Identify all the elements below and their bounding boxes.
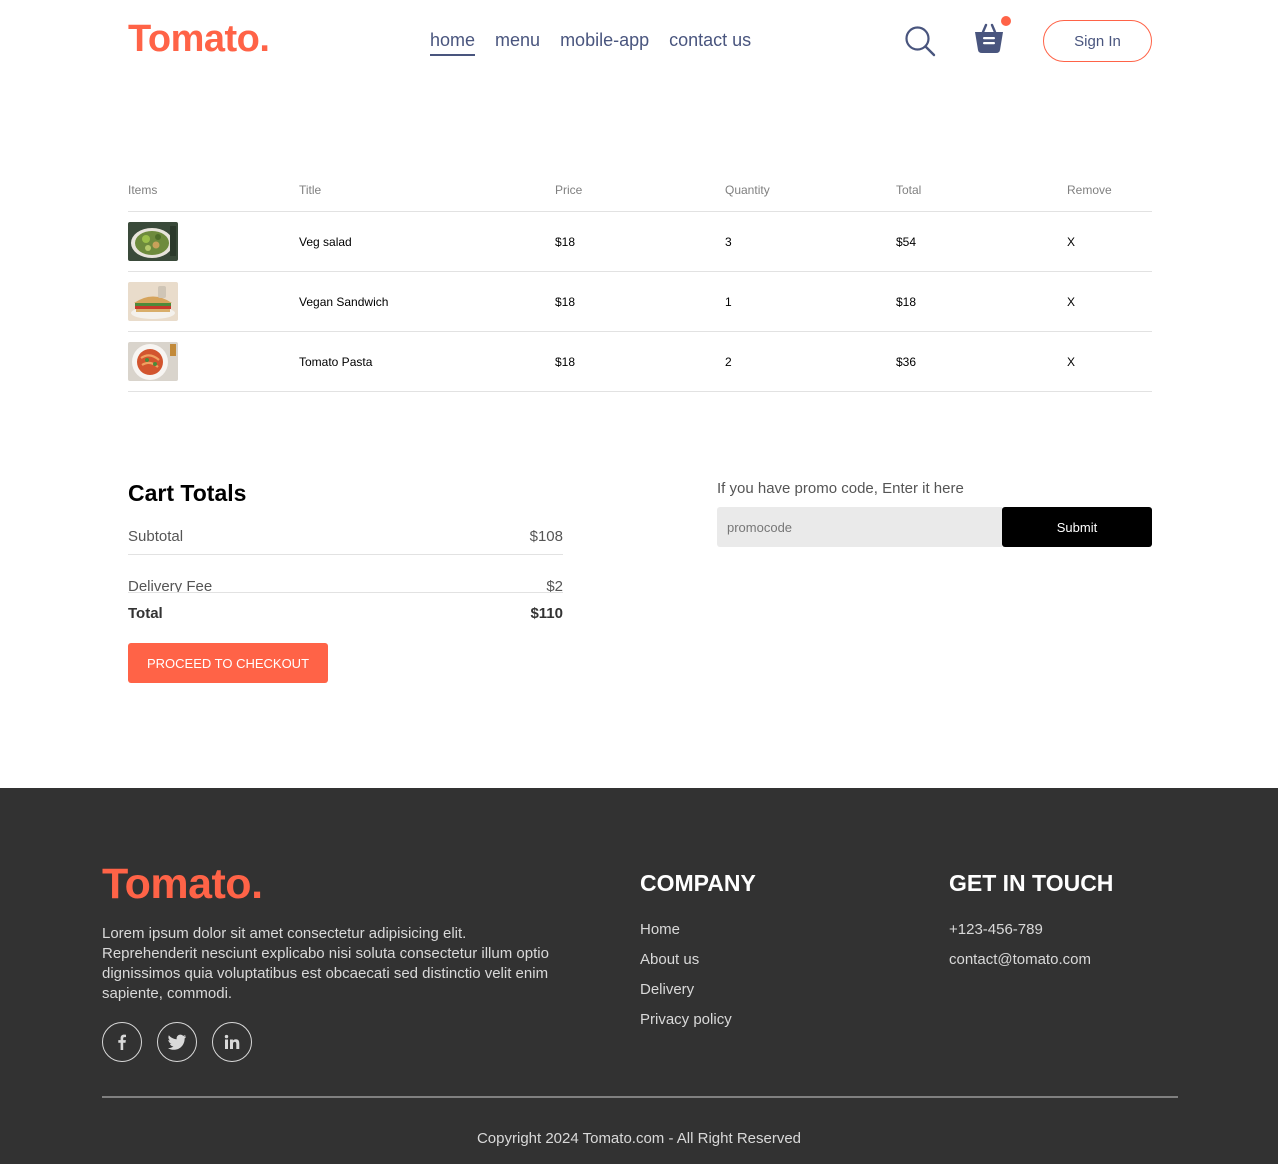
proceed-to-checkout-button[interactable]: PROCEED TO CHECKOUT	[128, 643, 328, 683]
subtotal-label: Subtotal	[128, 528, 184, 545]
social-links	[102, 1022, 252, 1062]
remove-item-button[interactable]: X	[1067, 355, 1152, 369]
logo[interactable]: Tomato.	[128, 18, 270, 61]
item-total: $36	[896, 354, 917, 369]
footer-contact-column: GET IN TOUCH +123-456-789 contact@tomato…	[949, 870, 1113, 981]
header-price: Price	[555, 182, 583, 197]
item-title: Tomato Pasta	[299, 354, 373, 369]
sign-in-button[interactable]: Sign In	[1043, 20, 1152, 62]
footer-divider	[102, 1096, 1178, 1098]
cart-items-table: Items Title Price Quantity Total Remove …	[128, 168, 1152, 392]
cart-item-row: Tomato Pasta $18 2 $36 X	[128, 332, 1152, 392]
item-price: $18	[555, 234, 576, 249]
header-total: Total	[896, 182, 922, 197]
footer-link-privacy-policy[interactable]: Privacy policy	[640, 1011, 756, 1031]
item-quantity: 3	[725, 234, 732, 249]
cart-item-row: Vegan Sandwich $18 1 $18 X	[128, 272, 1152, 332]
nav-link-contact-us[interactable]: contact us	[669, 30, 751, 56]
food-image	[128, 282, 178, 321]
remove-item-button[interactable]: X	[1067, 295, 1152, 309]
footer-link-about-us[interactable]: About us	[640, 951, 756, 971]
promo-input-group: Submit	[717, 507, 1152, 547]
contact-phone: +123-456-789	[949, 921, 1043, 938]
facebook-icon[interactable]	[102, 1022, 142, 1062]
footer-company-column: COMPANY Home About us Delivery Privacy p…	[640, 870, 756, 1041]
navbar: Tomato. home menu mobile-app contact us …	[128, 0, 1152, 82]
company-heading: COMPANY	[640, 870, 756, 896]
item-title: Vegan Sandwich	[299, 294, 389, 309]
item-title: Veg salad	[299, 234, 352, 249]
cart-header-row: Items Title Price Quantity Total Remove	[128, 168, 1152, 212]
copyright-text: Copyright 2024 Tomato.com - All Right Re…	[476, 1130, 802, 1147]
promo-submit-button[interactable]: Submit	[1002, 507, 1152, 547]
total-value: $110	[530, 604, 563, 622]
item-quantity: 1	[725, 294, 732, 309]
header-quantity: Quantity	[725, 182, 770, 197]
linkedin-icon[interactable]	[212, 1022, 252, 1062]
item-total: $18	[896, 294, 917, 309]
nav-link-home[interactable]: home	[430, 30, 476, 56]
delivery-fee-label: Delivery Fee	[128, 578, 213, 593]
footer-link-delivery[interactable]: Delivery	[640, 981, 756, 1001]
nav-menu: home menu mobile-app contact us	[430, 30, 751, 56]
cart-item-row: Veg salad $18 3 $54 X	[128, 212, 1152, 272]
footer-description: Lorem ipsum dolor sit amet consectetur a…	[102, 925, 549, 1002]
header-remove: Remove	[1067, 182, 1112, 197]
promo-code-input[interactable]	[717, 507, 1002, 547]
item-total: $54	[896, 234, 917, 249]
footer-link-home[interactable]: Home	[640, 921, 756, 941]
search-icon[interactable]	[904, 25, 936, 57]
subtotal-row: Subtotal $108	[128, 519, 563, 555]
item-price: $18	[555, 294, 576, 309]
cart-indicator-dot	[1001, 16, 1011, 26]
contact-heading: GET IN TOUCH	[949, 870, 1114, 896]
food-image	[128, 342, 178, 381]
footer-logo: Tomato.	[102, 860, 263, 908]
header-title: Title	[299, 182, 322, 197]
nav-link-menu[interactable]: menu	[495, 30, 540, 56]
subtotal-value: $108	[529, 528, 563, 545]
remove-item-button[interactable]: X	[1067, 235, 1152, 249]
promo-label: If you have promo code, Enter it here	[717, 480, 964, 497]
cart-totals: Cart Totals Subtotal $108 Delivery Fee $…	[128, 480, 563, 683]
contact-email: contact@tomato.com	[949, 951, 1091, 968]
food-image	[128, 222, 178, 261]
total-label: Total	[128, 604, 163, 622]
cart-totals-title: Cart Totals	[128, 480, 247, 506]
promo-code-section: If you have promo code, Enter it here Su…	[717, 480, 1152, 547]
total-row: Total $110	[128, 593, 563, 633]
delivery-fee-value: $2	[546, 578, 563, 593]
basket-icon[interactable]	[972, 22, 1006, 56]
item-quantity: 2	[725, 354, 732, 369]
footer: Tomato. Lorem ipsum dolor sit amet conse…	[0, 788, 1278, 1164]
twitter-icon[interactable]	[157, 1022, 197, 1062]
delivery-fee-row: Delivery Fee $2	[128, 555, 563, 593]
header-items: Items	[128, 182, 158, 197]
item-price: $18	[555, 354, 576, 369]
nav-link-mobile-app[interactable]: mobile-app	[560, 30, 649, 56]
